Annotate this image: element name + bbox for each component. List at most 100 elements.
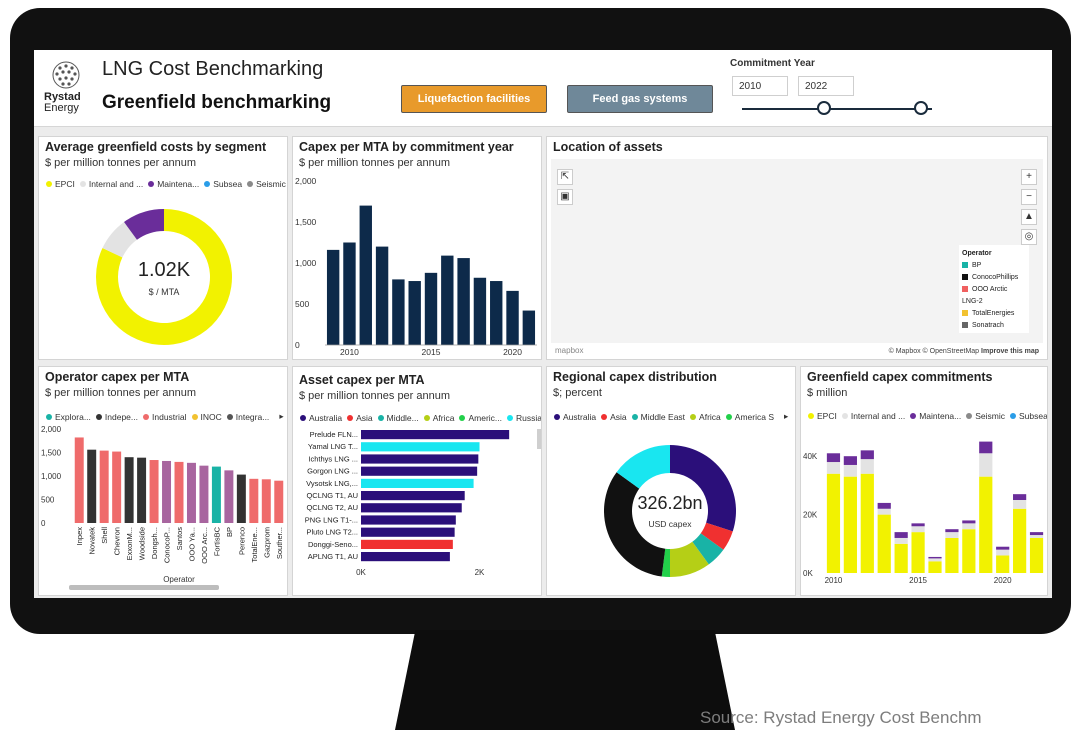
legend-item[interactable]: EPCI <box>55 179 75 189</box>
map-legend-label: BP <box>972 261 982 269</box>
legend-item[interactable]: INOC <box>201 412 222 422</box>
stacked-bar-segment <box>1029 532 1044 536</box>
operator-legend: Explora... Indepe... Industrial INOC Int… <box>43 411 284 422</box>
map-legend-label: TotalEnergies <box>972 309 1015 317</box>
map-reset-icon[interactable]: ⇱ <box>557 169 573 185</box>
legend-item[interactable]: Middle East <box>641 412 685 422</box>
year-slider-track[interactable] <box>742 108 932 110</box>
bar <box>361 527 455 537</box>
legend-item[interactable]: Africa <box>699 412 721 422</box>
location-panel: Location of assets ⇱ ▣ + − ▲ ◎ Operator … <box>546 136 1048 360</box>
avg-costs-title: Average greenfield costs by segment <box>45 140 267 154</box>
legend-item[interactable]: Seismic <box>256 179 286 189</box>
legend-item[interactable]: Subsea <box>1019 411 1047 421</box>
locate-icon[interactable]: ◎ <box>1021 229 1037 245</box>
map-select-icon[interactable]: ▣ <box>557 189 573 205</box>
zoom-in-icon[interactable]: + <box>1021 169 1037 185</box>
legend-item[interactable]: Integra... <box>236 412 270 422</box>
stacked-bar-segment <box>1013 500 1027 509</box>
legend-dot <box>601 413 608 420</box>
logo-line2: Energy <box>44 102 79 114</box>
legend-item[interactable]: Maintena... <box>919 411 961 421</box>
legend-item[interactable]: Seismic <box>975 411 1005 421</box>
operator-chart: 0 500 1,000 1,500 2,000 Inpex Novatek Shell Chev… <box>41 425 284 590</box>
bar <box>490 281 503 345</box>
year-slider-handle-to[interactable] <box>914 101 928 115</box>
asset-title: Asset capex per MTA <box>299 373 425 387</box>
legend-item[interactable]: Americ... <box>468 413 502 423</box>
x-tick-label: 2K <box>475 568 485 577</box>
mapbox-logo[interactable]: mapbox <box>555 346 583 355</box>
stacked-bar-segment <box>1029 535 1044 538</box>
asset-chart: Prelude FLN... Yamal LNG T... Ichthys LNG … <box>305 429 541 577</box>
x-category-label: Chevron <box>113 527 122 555</box>
feed-gas-systems-button[interactable]: Feed gas systems <box>567 85 713 113</box>
avg-costs-legend: EPCI Internal and ... Maintena... Subsea… <box>43 179 286 189</box>
legend-item[interactable]: Africa <box>433 413 455 423</box>
x-category-label: Santos <box>175 527 184 551</box>
regional-subtitle: $; percent <box>553 387 602 399</box>
legend-item[interactable]: Internal and ... <box>89 179 143 189</box>
stacked-bar-segment <box>877 508 891 515</box>
legend-item[interactable]: Subsea <box>213 179 242 189</box>
legend-dot <box>1010 413 1017 419</box>
legend-item[interactable]: Middle... <box>387 413 419 423</box>
stacked-bar-segment <box>996 555 1010 573</box>
legend-next-icon[interactable]: ▸ <box>784 411 788 422</box>
x-tick-label: 2010 <box>825 576 843 585</box>
x-tick-label: 2020 <box>994 576 1012 585</box>
globe-logo-icon <box>52 61 80 89</box>
operator-title: Operator capex per MTA <box>45 370 190 384</box>
legend-item[interactable]: Australia <box>309 413 342 423</box>
stacked-bar-segment <box>826 453 841 463</box>
commitments-subtitle: $ million <box>807 387 848 399</box>
asset-panel: Asset capex per MTA $ per million tonnes… <box>292 366 542 596</box>
bar <box>457 258 470 345</box>
compass-icon[interactable]: ▲ <box>1021 209 1037 225</box>
legend-item[interactable]: Australia <box>563 412 596 422</box>
bar <box>236 474 246 523</box>
stacked-bar-segment <box>860 459 874 474</box>
legend-item[interactable]: Internal and ... <box>851 411 905 421</box>
bar <box>506 290 519 345</box>
legend-item[interactable]: Russia <box>516 413 541 423</box>
legend-item[interactable]: Maintena... <box>157 179 199 189</box>
legend-dot <box>204 181 211 187</box>
bar <box>361 552 450 562</box>
operator-panel: Operator capex per MTA $ per million ton… <box>38 366 288 596</box>
stacked-bar-segment <box>1013 508 1027 573</box>
legend-item[interactable]: Industrial <box>152 412 187 422</box>
y-tick-label: 0 <box>295 340 300 350</box>
capex-year-title: Capex per MTA by commitment year <box>299 140 514 154</box>
year-slider-handle-from[interactable] <box>817 101 831 115</box>
legend-item[interactable]: America S <box>735 412 774 422</box>
stacked-bar-segment <box>928 556 942 559</box>
legend-dot <box>347 415 354 421</box>
legend-item[interactable]: Indepe... <box>105 412 138 422</box>
year-to-input[interactable]: 2022 <box>798 76 854 96</box>
source-caption: Source: Rystad Energy Cost Benchm <box>700 708 982 727</box>
zoom-out-icon[interactable]: − <box>1021 189 1037 205</box>
x-category-label: Inpex <box>75 527 84 546</box>
stacked-bar-segment <box>860 450 874 460</box>
legend-dot <box>191 413 198 420</box>
map-legend-swatch <box>962 322 968 328</box>
bar <box>326 249 340 345</box>
stacked-bar-segment <box>962 520 976 524</box>
improve-map-link[interactable]: Improve this map <box>981 348 1039 355</box>
legend-next-icon[interactable]: ▸ <box>279 411 283 422</box>
stacked-bar-segment <box>894 537 908 544</box>
asset-legend: Australia Asia Middle... Africa Americ..… <box>297 413 541 423</box>
legend-item[interactable]: Explora... <box>55 412 91 422</box>
legend-item[interactable]: EPCI <box>817 411 837 421</box>
year-from-input[interactable]: 2010 <box>732 76 788 96</box>
y-tick-label: 1,500 <box>41 449 62 458</box>
legend-item[interactable]: Asia <box>356 413 373 423</box>
legend-item[interactable]: Asia <box>610 412 627 422</box>
asset-map[interactable]: ⇱ ▣ + − ▲ ◎ Operator BP ConocoPhillips O… <box>551 159 1043 343</box>
map-legend-item: Sonatrach <box>962 319 1026 331</box>
bar <box>211 466 221 523</box>
liquefaction-facilities-button[interactable]: Liquefaction facilities <box>401 85 547 113</box>
x-category-label: FortisBC <box>212 526 221 556</box>
map-legend-label: LNG-2 <box>962 297 983 305</box>
